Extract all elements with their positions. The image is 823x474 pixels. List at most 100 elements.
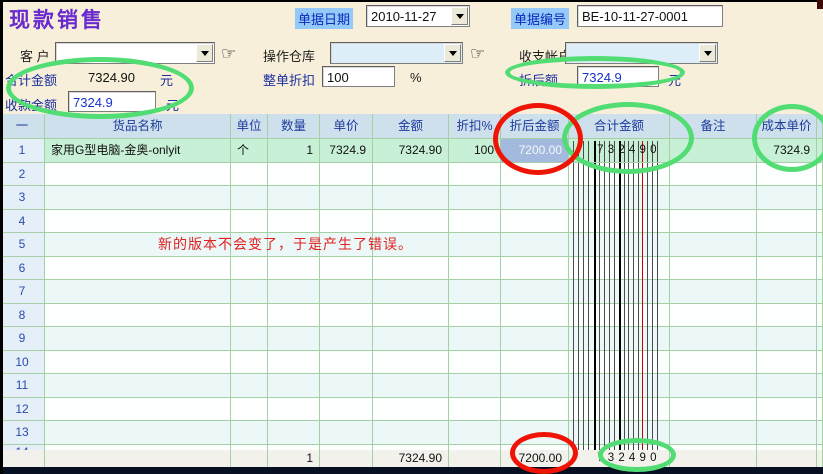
empty-cell[interactable] (670, 233, 757, 257)
empty-cell[interactable] (817, 257, 823, 281)
empty-cell[interactable] (817, 210, 823, 234)
empty-cell[interactable] (817, 163, 823, 187)
empty-cell[interactable] (670, 421, 757, 445)
empty-cell[interactable] (45, 304, 231, 328)
empty-cell[interactable] (670, 351, 757, 375)
empty-cell[interactable] (817, 374, 823, 398)
account-combo[interactable] (565, 42, 718, 64)
empty-cell[interactable] (569, 327, 670, 351)
empty-cell[interactable] (268, 374, 320, 398)
empty-cell[interactable] (757, 398, 817, 422)
row-number[interactable]: 2 (0, 163, 45, 187)
row1-unit-price[interactable]: 7324.9 (320, 139, 373, 163)
empty-cell[interactable] (501, 210, 569, 234)
empty-cell[interactable] (231, 327, 268, 351)
empty-cell[interactable] (373, 327, 449, 351)
empty-cell[interactable] (373, 398, 449, 422)
customer-dropdown-button[interactable] (196, 44, 213, 62)
empty-cell[interactable] (45, 186, 231, 210)
empty-cell[interactable] (817, 421, 823, 445)
empty-cell[interactable] (569, 210, 670, 234)
row-number[interactable]: 6 (0, 257, 45, 281)
warehouse-combo[interactable] (330, 42, 463, 64)
empty-cell[interactable] (670, 163, 757, 187)
empty-cell[interactable] (501, 421, 569, 445)
empty-cell[interactable] (670, 374, 757, 398)
empty-cell[interactable] (569, 186, 670, 210)
row1-discounted-amount-selected-cell[interactable]: 7200.00 (501, 139, 569, 163)
empty-cell[interactable] (501, 374, 569, 398)
empty-cell[interactable] (231, 304, 268, 328)
empty-cell[interactable] (320, 421, 373, 445)
empty-cell[interactable] (45, 163, 231, 187)
empty-cell[interactable] (569, 374, 670, 398)
empty-cell[interactable] (320, 186, 373, 210)
empty-cell[interactable] (569, 421, 670, 445)
empty-cell[interactable] (268, 257, 320, 281)
empty-cell[interactable] (373, 186, 449, 210)
empty-cell[interactable] (757, 304, 817, 328)
empty-cell[interactable] (670, 280, 757, 304)
empty-cell[interactable] (670, 304, 757, 328)
empty-cell[interactable] (817, 327, 823, 351)
empty-cell[interactable] (757, 233, 817, 257)
empty-cell[interactable] (320, 327, 373, 351)
empty-cell[interactable] (817, 351, 823, 375)
empty-cell[interactable] (569, 280, 670, 304)
doc-date-combo[interactable]: 2010-11-27 (366, 5, 470, 27)
doc-no-input[interactable]: BE-10-11-27-0001 (577, 5, 723, 27)
empty-cell[interactable] (817, 280, 823, 304)
warehouse-lookup-hand-icon[interactable]: ☞ (470, 45, 485, 62)
empty-cell[interactable] (501, 398, 569, 422)
empty-cell[interactable] (45, 351, 231, 375)
empty-cell[interactable] (757, 327, 817, 351)
empty-cell[interactable] (320, 280, 373, 304)
empty-cell[interactable] (501, 233, 569, 257)
empty-cell[interactable] (45, 327, 231, 351)
empty-cell[interactable] (449, 280, 501, 304)
empty-cell[interactable] (373, 421, 449, 445)
empty-cell[interactable] (501, 304, 569, 328)
empty-cell[interactable] (670, 210, 757, 234)
empty-cell[interactable] (45, 421, 231, 445)
row-number[interactable]: 8 (0, 304, 45, 328)
empty-cell[interactable] (45, 257, 231, 281)
empty-cell[interactable] (231, 257, 268, 281)
empty-cell[interactable] (231, 163, 268, 187)
customer-combo[interactable] (55, 42, 215, 64)
discounted-total-input[interactable]: 7324.9 (577, 66, 659, 87)
empty-cell[interactable] (373, 351, 449, 375)
row-number[interactable]: 7 (0, 280, 45, 304)
empty-cell[interactable] (817, 233, 823, 257)
empty-cell[interactable] (569, 233, 670, 257)
row-number[interactable]: 12 (0, 398, 45, 422)
empty-cell[interactable] (373, 374, 449, 398)
empty-cell[interactable] (757, 186, 817, 210)
empty-cell[interactable] (449, 327, 501, 351)
empty-cell[interactable] (320, 304, 373, 328)
empty-cell[interactable] (501, 257, 569, 281)
empty-cell[interactable] (670, 257, 757, 281)
row1-unit[interactable]: 个 (231, 139, 268, 163)
empty-cell[interactable] (268, 210, 320, 234)
empty-cell[interactable] (501, 327, 569, 351)
row1-discount-pct[interactable]: 100 (449, 139, 501, 163)
empty-cell[interactable] (501, 280, 569, 304)
empty-cell[interactable] (268, 280, 320, 304)
warehouse-dropdown-button[interactable] (444, 44, 461, 62)
empty-cell[interactable] (373, 163, 449, 187)
empty-cell[interactable] (449, 421, 501, 445)
empty-cell[interactable] (757, 374, 817, 398)
empty-cell[interactable] (449, 233, 501, 257)
row-number[interactable]: 10 (0, 351, 45, 375)
row1-remark[interactable] (670, 139, 757, 163)
empty-cell[interactable] (373, 304, 449, 328)
row-number[interactable]: 4 (0, 210, 45, 234)
empty-cell[interactable] (757, 163, 817, 187)
empty-cell[interactable] (501, 163, 569, 187)
empty-cell[interactable] (817, 304, 823, 328)
empty-cell[interactable] (231, 210, 268, 234)
empty-cell[interactable] (45, 374, 231, 398)
empty-cell[interactable] (45, 398, 231, 422)
empty-cell[interactable] (757, 421, 817, 445)
